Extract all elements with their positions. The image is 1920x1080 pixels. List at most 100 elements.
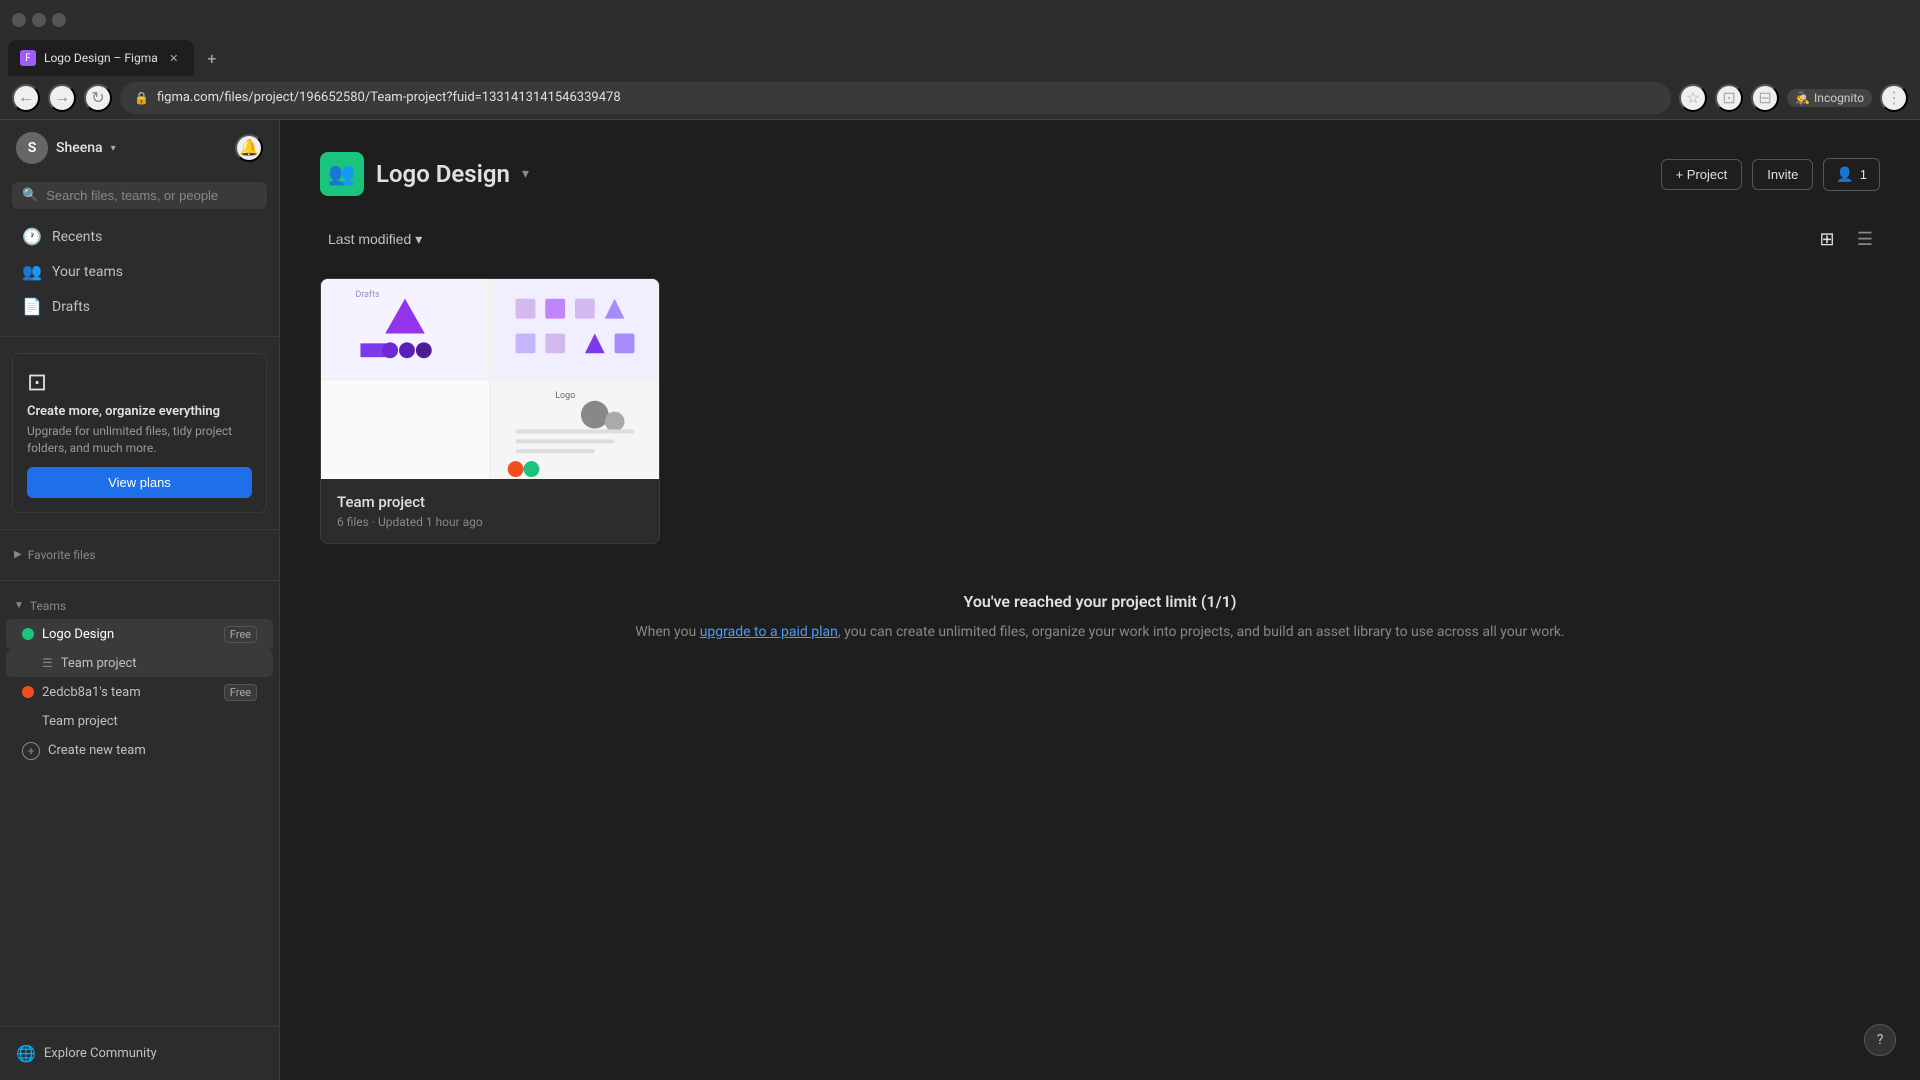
svg-text:Logo: Logo [555,391,575,401]
team-project-2-label: Team project [42,714,118,729]
members-count: 1 [1860,167,1867,182]
user-info[interactable]: S Sheena ▾ [16,132,116,164]
divider-3 [0,580,279,581]
tab-close-icon[interactable]: ✕ [166,50,182,66]
search-input[interactable] [46,188,257,203]
divider-1 [0,336,279,337]
close-button[interactable] [52,13,66,27]
members-button[interactable]: 👤 1 [1823,158,1880,191]
recents-label: Recents [52,229,102,245]
nav-actions: ☆ ⊡ ⊟ 🕵 Incognito ⋮ [1679,84,1908,112]
upgrade-link[interactable]: upgrade to a paid plan [700,624,838,640]
page-title: Logo Design [376,160,510,188]
add-project-button[interactable]: + Project [1661,159,1743,190]
header-actions: + Project Invite 👤 1 [1661,158,1880,191]
forward-button[interactable]: → [48,84,76,112]
minimize-button[interactable] [12,13,26,27]
favorite-files-header[interactable]: ▶ Favorite files [0,542,279,568]
team-2edcb8a1-label: 2edcb8a1's team [42,685,216,700]
chevron-right-icon: ▶ [14,549,22,560]
active-tab[interactable]: F Logo Design – Figma ✕ [8,40,194,76]
teams-section: ▼ Teams Logo Design Free ☰ Team project … [0,589,279,771]
svg-text:Drafts: Drafts [356,290,381,300]
plus-icon: + [22,742,40,760]
limit-description: When you upgrade to a paid plan, you can… [320,621,1880,643]
sidebar-item-recents[interactable]: 🕐 Recents [6,219,273,254]
grid-view-button[interactable]: ⊞ [1812,224,1842,254]
explore-community-item[interactable]: 🌐 Explore Community [16,1037,263,1070]
tab-title: Logo Design – Figma [44,51,158,65]
avatar: S [16,132,48,164]
list-view-button[interactable]: ☰ [1850,224,1880,254]
project-thumbnails: Drafts [321,279,659,479]
browser-chrome: F Logo Design – Figma ✕ + ← → ↻ 🔒 figma.… [0,0,1920,120]
limit-desc-after: , you can create unlimited files, organi… [838,624,1565,640]
sidebar-header: S Sheena ▾ 🔔 [0,120,279,176]
dropdown-arrow-icon: ▾ [415,231,422,248]
user-name: Sheena [56,140,103,156]
create-new-team-item[interactable]: + Create new team [6,735,273,767]
new-tab-button[interactable]: + [198,44,226,72]
your-teams-label: Your teams [52,264,123,280]
project-meta: 6 files · Updated 1 hour ago [337,515,643,529]
recents-icon: 🕐 [22,227,42,246]
last-modified-label: Last modified [328,231,411,247]
title-chevron-icon[interactable]: ▾ [522,166,529,182]
member-icon: 👤 [1836,166,1853,183]
upgrade-icon: ⊡ [27,368,252,396]
view-plans-button[interactable]: View plans [27,467,252,498]
browser-settings-button[interactable]: ⊟ [1751,84,1779,112]
favorite-files-label: Favorite files [28,548,96,562]
limit-title: You've reached your project limit (1/1) [320,592,1880,611]
browser-extensions-button[interactable]: ⊡ [1715,84,1743,112]
lock-icon: 🔒 [134,91,149,105]
browser-menu-button[interactable]: ⋮ [1880,84,1908,112]
maximize-button[interactable] [32,13,46,27]
reload-button[interactable]: ↻ [84,84,112,112]
sidebar-item-logo-design[interactable]: Logo Design Free [6,619,273,650]
search-section: 🔍 [0,176,279,215]
main-content: 👥 Logo Design ▾ + Project Invite 👤 1 Las… [280,120,1920,1080]
teams-icon: 👥 [22,262,42,281]
project-name: Team project [337,493,643,511]
explore-icon: 🌐 [16,1044,36,1063]
nav-bar: ← → ↻ 🔒 figma.com/files/project/19665258… [0,76,1920,120]
sidebar-footer: 🌐 Explore Community [0,1026,279,1080]
app-layout: S Sheena ▾ 🔔 🔍 🕐 Recents 👥 Your teams � [0,120,1920,1080]
bookmark-button[interactable]: ☆ [1679,84,1707,112]
sidebar-nav: 🕐 Recents 👥 Your teams 📄 Drafts [0,215,279,328]
sidebar-item-2edcb8a1-team[interactable]: 2edcb8a1's team Free [6,677,273,708]
thumbnail-4: Logo [491,380,659,479]
sidebar-item-your-teams[interactable]: 👥 Your teams [6,254,273,289]
window-controls [12,13,66,27]
sidebar-item-drafts[interactable]: 📄 Drafts [6,289,273,324]
last-modified-button[interactable]: Last modified ▾ [320,227,430,252]
notifications-button[interactable]: 🔔 [235,134,263,162]
divider-2 [0,529,279,530]
list-icon: ☰ [42,656,53,670]
incognito-label: Incognito [1814,91,1864,105]
drafts-label: Drafts [52,299,90,315]
back-button[interactable]: ← [12,84,40,112]
team-free-badge: Free [224,626,257,643]
sidebar-item-team-project[interactable]: ☰ Team project [6,650,273,677]
url-text: figma.com/files/project/196652580/Team-p… [157,90,1657,105]
upgrade-title: Create more, organize everything [27,404,252,419]
teams-section-header[interactable]: ▼ Teams [0,593,279,619]
project-card[interactable]: Drafts [320,278,660,544]
team-dot-green [22,628,34,640]
teams-chevron-down-icon: ▼ [14,600,24,611]
help-button[interactable]: ? [1864,1024,1896,1056]
title-group: 👥 Logo Design ▾ [320,152,529,196]
sidebar-item-team-project-2[interactable]: Team project [6,708,273,735]
title-bar [0,0,1920,40]
filter-left: Last modified ▾ [320,227,430,252]
sidebar: S Sheena ▾ 🔔 🔍 🕐 Recents 👥 Your teams � [0,120,280,1080]
address-bar[interactable]: 🔒 figma.com/files/project/196652580/Team… [120,82,1671,114]
search-input-wrap[interactable]: 🔍 [12,182,267,209]
add-project-label: + Project [1676,167,1728,182]
tab-bar: F Logo Design – Figma ✕ + [0,40,1920,76]
invite-button[interactable]: Invite [1752,159,1813,190]
create-team-label: Create new team [48,743,146,758]
thumbnail-2 [491,279,659,378]
